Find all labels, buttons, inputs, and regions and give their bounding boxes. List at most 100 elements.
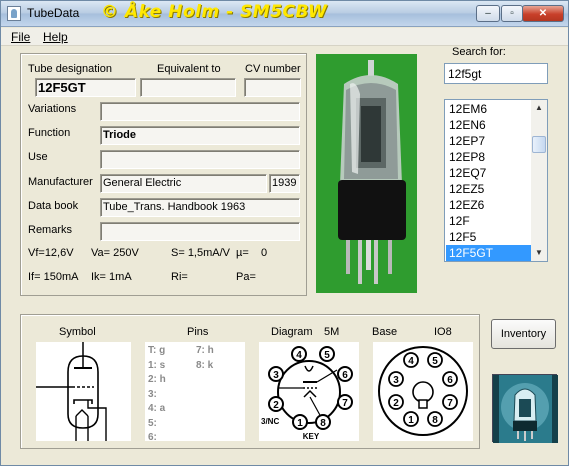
close-button[interactable]: ✕: [522, 5, 564, 22]
cv-number-field[interactable]: [244, 78, 301, 97]
diagram-code: 5M: [324, 326, 340, 338]
minimize-button[interactable]: –: [476, 5, 500, 22]
base-label: Base: [372, 326, 398, 338]
base-pin-number: 5: [432, 356, 438, 367]
pin-entry: 6:: [148, 432, 157, 443]
diagram-pin-number: 3: [273, 370, 279, 381]
octal-base-icon: 12 34 56 78: [378, 346, 468, 436]
base-pin-number: 7: [447, 398, 453, 409]
cv-number-label: CV number: [245, 63, 301, 75]
ri-value: Ri=: [171, 271, 188, 283]
year-field[interactable]: 1939: [269, 174, 300, 193]
list-item[interactable]: 12F5: [446, 229, 532, 245]
use-field[interactable]: [100, 150, 300, 169]
function-label: Function: [28, 127, 71, 139]
base-pin-number: 8: [432, 415, 438, 426]
tube-list[interactable]: 12EM6 12EN6 12EP7 12EP8 12EQ7 12EZ5 12EZ6 12F 12…: [444, 99, 548, 262]
list-item[interactable]: 12EZ6: [446, 197, 532, 213]
inventory-button[interactable]: Inventory: [491, 319, 556, 349]
scroll-down-icon[interactable]: ▼: [531, 245, 547, 261]
variations-field[interactable]: [100, 102, 300, 121]
search-input[interactable]: [444, 63, 548, 84]
pin-entry: 7: h: [196, 345, 214, 356]
diagram-pin-number: 5: [324, 350, 330, 361]
list-item[interactable]: 12EZ5: [446, 181, 532, 197]
equivalent-field[interactable]: [140, 78, 236, 97]
pin-entry: 4: a: [148, 403, 166, 414]
window-title: TubeData: [27, 6, 80, 20]
menu-help[interactable]: Help: [43, 30, 68, 44]
function-field[interactable]: Triode: [100, 126, 300, 145]
diagram-pin-number: 6: [342, 370, 348, 381]
base-pin-number: 3: [393, 375, 399, 386]
tube-symbol: [36, 342, 131, 441]
triode-symbol-icon: [36, 342, 107, 441]
list-item[interactable]: 12EM6: [446, 101, 532, 117]
pin-entry: 8: k: [196, 359, 214, 371]
title-bar[interactable]: TubeData © Åke Holm - SM5CBW – ▫ ✕: [1, 1, 568, 27]
vf-value: Vf=12,6V: [28, 247, 74, 259]
base-diagram: 12 34 56 78: [373, 342, 473, 441]
scroll-up-icon[interactable]: ▲: [531, 100, 547, 116]
logo-icon: [492, 374, 558, 443]
list-item[interactable]: 12F: [446, 213, 532, 229]
diagram-label: Diagram: [271, 326, 313, 338]
close-icon: ✕: [538, 8, 548, 19]
pa-value: Pa=: [236, 271, 256, 283]
diagram-nc-note: 3/NC: [261, 417, 279, 426]
menu-file[interactable]: File: [11, 30, 30, 44]
remarks-field[interactable]: [100, 222, 300, 241]
symbol-label: Symbol: [59, 326, 96, 338]
databook-field[interactable]: Tube_Trans. Handbook 1963: [100, 198, 300, 217]
pin-entry: T: g: [148, 345, 166, 356]
pin-list: T: g 1: s 2: h 3: 4: a 5: 6: 7: h 8: k: [145, 342, 245, 443]
pin-diagram: 1 2 3 4 5 6 7 8 3/NC KEY: [259, 342, 359, 441]
list-scrollbar[interactable]: ▲ ▼: [531, 100, 547, 261]
list-item[interactable]: 12EN6: [446, 117, 532, 133]
pinout-diagram-icon: 1 2 3 4 5 6 7 8 3/NC KEY: [261, 346, 353, 441]
variations-label: Variations: [28, 103, 77, 115]
databook-label: Data book: [28, 200, 79, 212]
diagram-pin-number: 2: [273, 400, 279, 411]
search-label: Search for:: [452, 46, 506, 58]
tube-logo-icon: [493, 375, 558, 443]
main-window: TubeData © Åke Holm - SM5CBW – ▫ ✕ File …: [0, 0, 569, 466]
remarks-label: Remarks: [28, 224, 73, 236]
menu-bar: File Help: [1, 28, 568, 46]
base-pin-number: 6: [447, 375, 453, 386]
base-pin-number: 2: [393, 398, 399, 409]
pin-entry: 2: h: [148, 374, 166, 385]
manufacturer-field[interactable]: General Electric: [100, 174, 267, 193]
list-item[interactable]: 12F5GT: [446, 245, 532, 261]
mu-label: µ=: [236, 247, 249, 259]
tube-app-icon: [7, 6, 21, 21]
manufacturer-label: Manufacturer: [28, 176, 93, 188]
tube-photo: [316, 54, 417, 293]
pin-entry: 1: s: [148, 359, 166, 371]
list-item[interactable]: 12EP8: [446, 149, 532, 165]
equivalent-label: Equivalent to: [157, 63, 221, 75]
maximize-icon: ▫: [510, 8, 514, 19]
minimize-icon: –: [485, 8, 491, 19]
list-item[interactable]: 12EQ7: [446, 165, 532, 181]
diagram-pin-number: 8: [320, 418, 326, 429]
scroll-thumb[interactable]: [532, 136, 546, 153]
maximize-button[interactable]: ▫: [501, 5, 523, 22]
diagram-key-label: KEY: [303, 432, 320, 441]
ik-value: Ik= 1mA: [91, 271, 132, 283]
designation-label: Tube designation: [28, 63, 112, 75]
designation-field[interactable]: 12F5GT: [35, 78, 136, 97]
use-label: Use: [28, 151, 48, 163]
base-pin-number: 4: [408, 356, 414, 367]
list-item[interactable]: 12EP7: [446, 133, 532, 149]
pin-entry: 3:: [148, 388, 157, 400]
diagram-pin-number: 1: [297, 418, 303, 429]
if-value: If= 150mA: [28, 271, 79, 283]
va-value: Va= 250V: [91, 247, 139, 259]
mu-value: 0: [261, 247, 268, 259]
copyright-text: © Åke Holm - SM5CBW: [101, 2, 328, 22]
pin-entry: 5:: [148, 417, 157, 429]
diagram-pin-number: 7: [342, 398, 348, 409]
base-code: IO8: [434, 326, 452, 338]
tube-image: [338, 60, 406, 284]
